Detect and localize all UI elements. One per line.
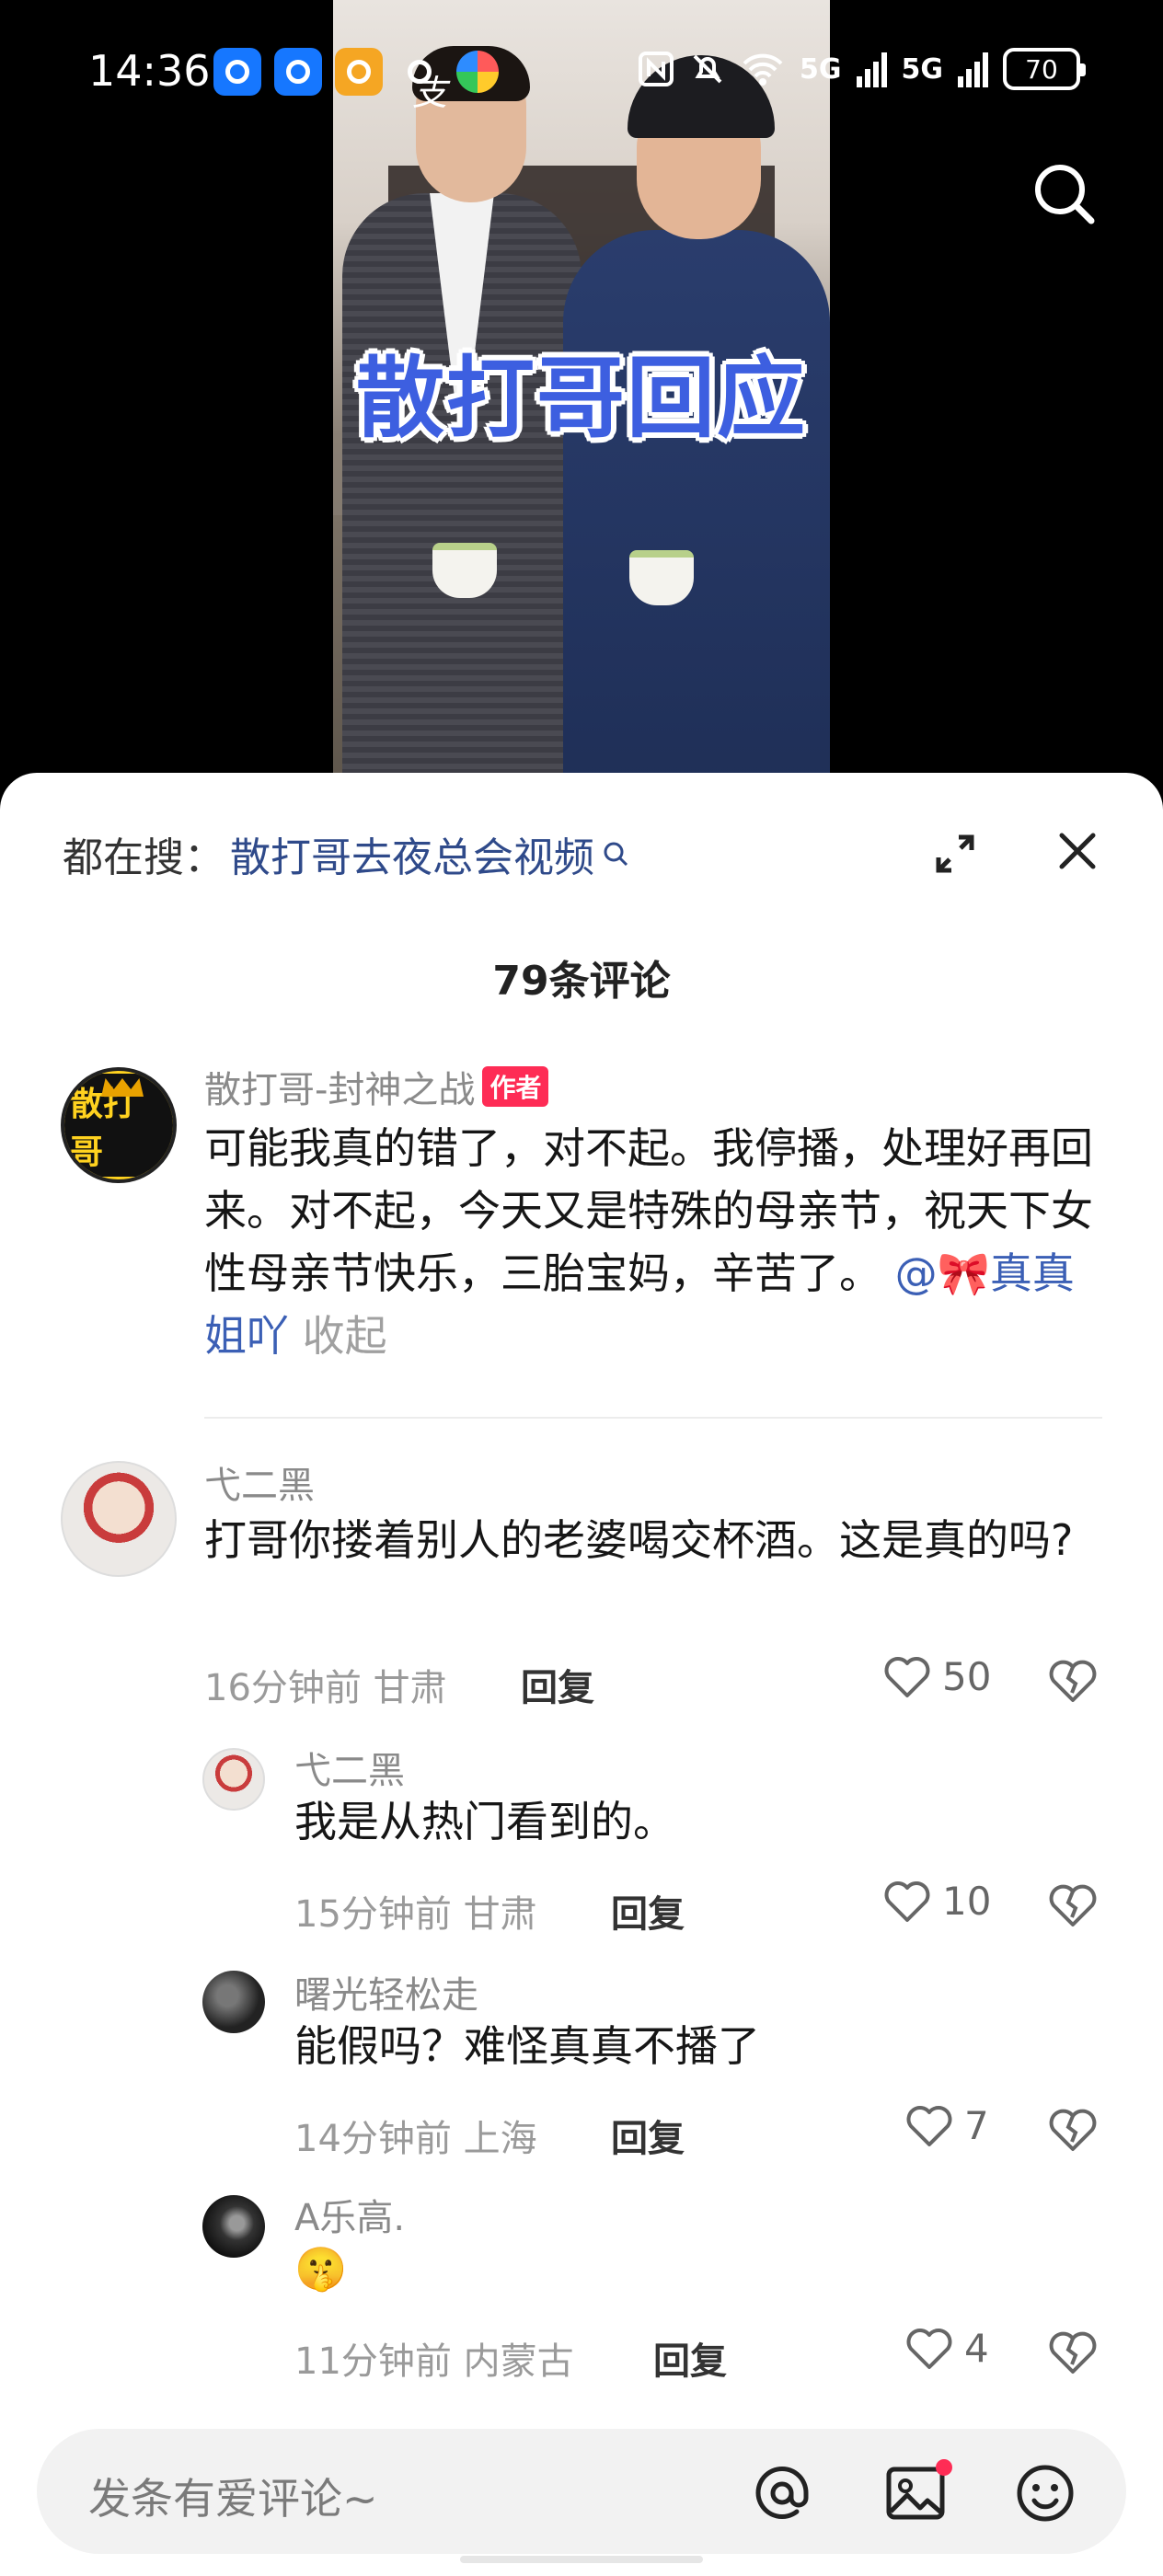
heart-icon — [906, 2328, 952, 2369]
broken-heart-icon — [1049, 1660, 1097, 1702]
like-button[interactable]: 10 — [883, 1879, 991, 1924]
comment-count: 79条评论 — [492, 958, 671, 1005]
broken-heart-icon — [1049, 2109, 1097, 2151]
hot-search-query[interactable]: 散打哥去夜总会视频 — [230, 824, 594, 883]
like-count: 50 — [942, 1654, 992, 1699]
reply-time: 14分钟前 — [294, 2118, 452, 2160]
reply-location: 甘肃 — [463, 1893, 537, 1936]
dislike-button[interactable] — [1047, 2329, 1099, 2375]
comment-text: 可能我真的错了，对不起。我停播，处理好再回来。对不起，今天又是特殊的母亲节，祝天… — [204, 1117, 1115, 1367]
reply-button[interactable]: 回复 — [653, 2331, 727, 2385]
collapse-button[interactable]: 收起 — [303, 1311, 387, 1361]
like-button[interactable]: 50 — [883, 1654, 991, 1699]
comment-author-name[interactable]: 弋二黑 — [204, 1455, 315, 1509]
search-icon — [1035, 165, 1095, 224]
signal-icon — [958, 51, 988, 87]
battery-level: 70 — [1025, 53, 1058, 85]
search-button[interactable] — [1029, 158, 1099, 228]
comment-input-bar: 发条有爱评论~ — [0, 2401, 1163, 2576]
reply-location: 内蒙古 — [463, 2340, 574, 2383]
avatar[interactable] — [202, 1971, 265, 2033]
hot-search-label: 都在搜： — [63, 834, 225, 881]
reply-location: 上海 — [463, 2118, 537, 2160]
search-icon — [604, 842, 628, 867]
wifi-icon — [743, 53, 783, 86]
weibo-icon — [335, 48, 383, 96]
reply-author-name[interactable]: 曙光轻松走 — [294, 1965, 478, 2018]
close-icon — [1059, 833, 1096, 869]
mute-bell-icon — [693, 54, 722, 84]
comment-sheet: 都在搜： 散打哥去夜总会视频 79条评论 散打哥 散打哥-封神之战 作者 可能我真… — [0, 773, 1163, 2576]
video-cup — [432, 543, 497, 598]
battery-icon: 70 — [1003, 48, 1086, 90]
emoji-icon — [1017, 2465, 1074, 2522]
reply-time: 11分钟前 — [294, 2340, 452, 2383]
broken-heart-icon — [1049, 2331, 1097, 2374]
dislike-button[interactable] — [1047, 1658, 1099, 1704]
app-notification-icon — [456, 51, 499, 93]
reply-button[interactable]: 回复 — [521, 1658, 594, 1711]
image-icon — [886, 2459, 952, 2520]
like-count: 4 — [964, 2326, 989, 2371]
avatar[interactable]: 散打哥 — [61, 1067, 177, 1183]
heart-icon — [906, 2105, 952, 2146]
video-overlay-title: 散打哥回应 — [356, 347, 807, 450]
home-indicator[interactable] — [460, 2556, 703, 2563]
image-button[interactable] — [880, 2456, 953, 2530]
comment-meta: 16分钟前 甘肃 — [204, 1658, 447, 1711]
heart-icon — [884, 1880, 930, 1922]
like-button[interactable]: 7 — [905, 2103, 989, 2148]
author-name-text: 散打哥-封神之战 — [204, 1069, 476, 1111]
dislike-button[interactable] — [1047, 1882, 1099, 1928]
reply-author-name[interactable]: 弋二黑 — [294, 1741, 405, 1794]
reply-meta: 11分钟前 内蒙古 — [294, 2331, 574, 2385]
network-type: 5G — [901, 52, 944, 86]
reply-time: 15分钟前 — [294, 1893, 452, 1936]
alipay-icon: 支 — [396, 48, 447, 113]
network-type: 5G — [800, 52, 842, 86]
at-icon — [755, 2467, 809, 2519]
avatar[interactable] — [61, 1461, 177, 1577]
like-count: 10 — [942, 1879, 992, 1924]
author-badge: 作者 — [482, 1066, 549, 1107]
app-notification-icon — [213, 48, 261, 96]
dislike-button[interactable] — [1047, 2107, 1099, 2153]
reply-text: 我是从热门看到的。 — [294, 1797, 675, 1846]
video-cup — [629, 550, 694, 605]
status-bar: 14:36 支 5G 5G 70 — [0, 0, 1163, 147]
reply-meta: 14分钟前 上海 — [294, 2109, 537, 2162]
like-button[interactable]: 4 — [905, 2326, 989, 2371]
comment-time: 16分钟前 — [204, 1667, 362, 1709]
divider — [204, 1417, 1102, 1419]
nfc-icon — [639, 52, 674, 86]
signal-icon — [856, 51, 887, 87]
reply-text: 能假吗？难怪真真不播了 — [294, 2021, 760, 2071]
expand-button[interactable] — [931, 830, 979, 878]
reply-author-name[interactable]: A乐高. — [294, 2188, 405, 2241]
close-button[interactable] — [1054, 828, 1100, 874]
comment-input-placeholder: 发条有爱评论~ — [88, 2474, 378, 2524]
app-notification-icon — [274, 48, 322, 96]
status-indicators: 5G 5G 70 — [638, 48, 1086, 90]
mention-button[interactable] — [745, 2456, 819, 2530]
comment-author-name[interactable]: 散打哥-封神之战 作者 — [204, 1060, 549, 1113]
avatar[interactable] — [202, 2195, 265, 2258]
hot-search-bar[interactable]: 都在搜： 散打哥去夜总会视频 — [63, 824, 629, 883]
reply-button[interactable]: 回复 — [611, 1884, 685, 1938]
emoji-button[interactable] — [1008, 2456, 1082, 2530]
like-count: 7 — [964, 2103, 989, 2148]
avatar[interactable] — [202, 1748, 265, 1811]
expand-icon — [936, 834, 974, 873]
comment-location: 甘肃 — [373, 1667, 447, 1709]
reply-button[interactable]: 回复 — [611, 2109, 685, 2162]
comment-text: 打哥你搂着别人的老婆喝交杯酒。这是真的吗? — [204, 1515, 1074, 1565]
status-app-icons: 支 — [213, 48, 499, 113]
broken-heart-icon — [1049, 1884, 1097, 1926]
comment-input[interactable]: 发条有爱评论~ — [37, 2429, 1126, 2554]
heart-icon — [884, 1656, 930, 1697]
status-time: 14:36 — [88, 46, 211, 96]
reply-text: 🤫 — [294, 2244, 348, 2294]
reply-meta: 15分钟前 甘肃 — [294, 1884, 537, 1938]
